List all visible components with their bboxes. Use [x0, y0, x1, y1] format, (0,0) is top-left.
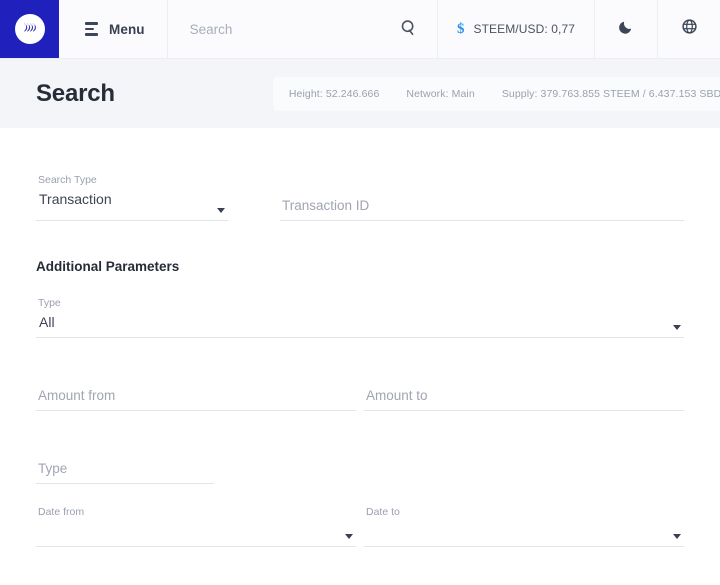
stat-network: Network: Main — [406, 87, 475, 100]
parameter-type-value: All — [39, 314, 55, 330]
chevron-down-icon — [345, 534, 353, 539]
global-search-field[interactable] — [168, 0, 381, 58]
primary-search-row: Search Type Transaction Transaction ID — [36, 174, 684, 221]
stat-supply: Supply: 379.763.855 STEEM / 6.437.153 SB… — [501, 87, 720, 100]
page-title: Search — [36, 79, 115, 107]
type-text-placeholder: Type — [38, 461, 68, 476]
parameter-type-label: Type — [38, 297, 61, 309]
search-type-select[interactable]: Search Type Transaction — [36, 174, 228, 221]
amount-range-row: Amount from Amount to — [36, 366, 684, 411]
steem-logo-icon — [14, 14, 45, 44]
menu-button[interactable]: Menu — [59, 0, 167, 58]
price-label: STEEM/USD: 0,77 — [473, 22, 575, 36]
amount-from-input[interactable]: Amount from — [36, 366, 356, 411]
transaction-id-placeholder: Transaction ID — [282, 198, 370, 213]
date-to-label: Date to — [366, 506, 400, 518]
globe-icon — [681, 18, 698, 40]
top-navigation-bar: Menu $ STEEM/USD: 0,77 — [0, 0, 720, 59]
chevron-down-icon — [673, 325, 681, 330]
amount-to-input[interactable]: Amount to — [364, 366, 684, 411]
type-text-input[interactable]: Type — [36, 439, 214, 484]
date-to-input[interactable]: Date to — [364, 506, 684, 547]
language-selector[interactable] — [658, 0, 720, 58]
menu-label: Menu — [109, 21, 145, 37]
date-from-value — [36, 522, 356, 541]
amount-from-placeholder: Amount from — [38, 388, 116, 403]
additional-parameters-heading: Additional Parameters — [36, 259, 180, 274]
blockchain-stats-pill: Height: 52.246.666 Network: Main Supply:… — [272, 76, 720, 111]
magnifier-icon — [400, 19, 417, 39]
moon-icon — [618, 18, 635, 40]
search-type-value: Transaction — [39, 191, 112, 207]
chevron-down-icon — [673, 534, 681, 539]
amount-to-placeholder: Amount to — [366, 388, 428, 403]
search-submit-button[interactable] — [381, 0, 437, 58]
hamburger-menu-icon — [85, 22, 98, 36]
date-from-label: Date from — [38, 506, 85, 518]
search-form: Search Type Transaction Transaction ID A… — [0, 174, 720, 585]
chevron-down-icon — [217, 208, 225, 213]
stat-height: Height: 52.246.666 — [288, 87, 380, 100]
date-range-row: Date from Date to — [36, 506, 684, 547]
search-input[interactable] — [189, 21, 375, 37]
steem-price-indicator[interactable]: $ STEEM/USD: 0,77 — [438, 0, 594, 58]
search-type-label: Search Type — [38, 174, 97, 186]
date-to-value — [364, 522, 684, 541]
dollar-sign-icon: $ — [456, 20, 465, 37]
date-from-input[interactable]: Date from — [36, 506, 356, 547]
logo-button[interactable] — [0, 0, 59, 58]
dark-mode-toggle[interactable] — [595, 0, 657, 58]
page-header-band: Search Height: 52.246.666 Network: Main … — [0, 59, 720, 128]
transaction-id-input[interactable]: Transaction ID — [280, 174, 684, 221]
parameter-type-select[interactable]: Type All — [36, 297, 684, 338]
